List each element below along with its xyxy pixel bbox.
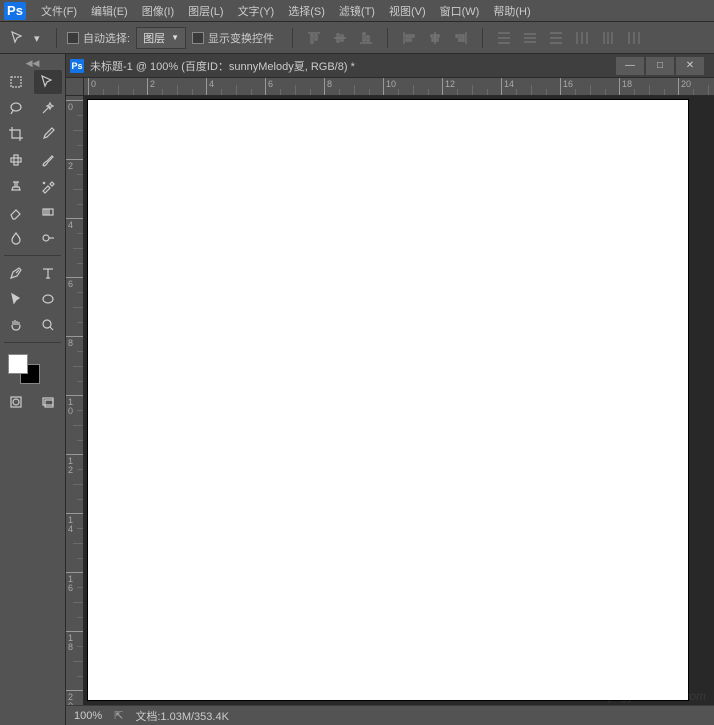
close-button[interactable]: ✕ <box>676 57 704 75</box>
document-tab[interactable]: Ps 未标题-1 @ 100% (百度ID：sunnyMelody夏, RGB/… <box>66 54 714 78</box>
crop-tool[interactable] <box>2 122 30 146</box>
magic-wand-tool[interactable] <box>34 96 62 120</box>
clone-stamp-tool[interactable] <box>2 174 30 198</box>
menu-filter[interactable]: 滤镜(T) <box>332 1 382 21</box>
checkbox-box-icon <box>67 32 79 44</box>
separator <box>56 28 57 48</box>
separator <box>482 28 483 48</box>
menu-select[interactable]: 选择(S) <box>281 1 332 21</box>
app-logo: Ps <box>4 2 26 20</box>
tool-divider <box>4 255 61 256</box>
distribute-bottom-icon[interactable] <box>545 27 567 49</box>
menu-window[interactable]: 窗口(W) <box>433 1 487 21</box>
brush-tool[interactable] <box>34 148 62 172</box>
distribute-right-icon[interactable] <box>623 27 645 49</box>
spot-heal-tool[interactable] <box>2 148 30 172</box>
watermark: jingyan.baidu.com <box>609 689 706 703</box>
document-title: 未标题-1 @ 100% (百度ID：sunnyMelody夏, RGB/8) … <box>90 58 355 74</box>
doc-size[interactable]: 文档:1.03M/353.4K <box>135 708 229 724</box>
share-icon[interactable]: ⇱ <box>114 709 123 722</box>
separator <box>292 28 293 48</box>
menu-type[interactable]: 文字(Y) <box>231 1 282 21</box>
pen-tool[interactable] <box>2 261 30 285</box>
auto-select-checkbox[interactable]: 自动选择: <box>67 30 130 46</box>
quick-mask-tool[interactable] <box>2 390 30 414</box>
eraser-tool[interactable] <box>2 200 30 224</box>
status-bar: 100% ⇱ 文档:1.03M/353.4K <box>66 705 714 725</box>
select-value: 图层 <box>143 30 165 46</box>
separator <box>387 28 388 48</box>
move-tool[interactable] <box>34 70 62 94</box>
distribute-vcenter-icon[interactable] <box>519 27 541 49</box>
menu-file[interactable]: 文件(F) <box>34 1 84 21</box>
align-hcenter-icon[interactable] <box>424 27 446 49</box>
checkbox-box-icon <box>192 32 204 44</box>
screen-mode-tool[interactable] <box>34 390 62 414</box>
align-right-icon[interactable] <box>450 27 472 49</box>
workspace: Ps 未标题-1 @ 100% (百度ID：sunnyMelody夏, RGB/… <box>66 54 714 725</box>
hand-tool[interactable] <box>2 313 30 337</box>
menu-layer[interactable]: 图层(L) <box>181 1 230 21</box>
gradient-tool[interactable] <box>34 200 62 224</box>
minimize-button[interactable]: — <box>616 57 644 75</box>
align-top-icon[interactable] <box>303 27 325 49</box>
dodge-tool[interactable] <box>34 226 62 250</box>
eyedropper-tool[interactable] <box>34 122 62 146</box>
history-brush-tool[interactable] <box>34 174 62 198</box>
toolbar-collapse-icon[interactable]: ◀◀ <box>2 58 63 68</box>
blur-tool[interactable] <box>2 226 30 250</box>
canvas[interactable] <box>88 100 688 700</box>
tools-panel: ◀◀ <box>0 54 66 725</box>
distribute-top-icon[interactable] <box>493 27 515 49</box>
distribute-left-icon[interactable] <box>571 27 593 49</box>
main-area: ◀◀ <box>0 54 714 725</box>
show-transform-label: 显示变换控件 <box>208 30 274 46</box>
menu-image[interactable]: 图像(I) <box>135 1 181 21</box>
align-vcenter-icon[interactable] <box>329 27 351 49</box>
horizontal-ruler[interactable]: 02468101214161820 <box>84 78 714 96</box>
align-bottom-icon[interactable] <box>355 27 377 49</box>
menu-bar: Ps 文件(F) 编辑(E) 图像(I) 图层(L) 文字(Y) 选择(S) 滤… <box>0 0 714 22</box>
zoom-tool[interactable] <box>34 313 62 337</box>
canvas-viewport[interactable] <box>84 96 714 705</box>
menu-edit[interactable]: 编辑(E) <box>84 1 135 21</box>
color-swatches[interactable] <box>4 352 61 384</box>
tool-divider <box>4 342 61 343</box>
show-transform-checkbox[interactable]: 显示变换控件 <box>192 30 274 46</box>
type-tool[interactable] <box>34 261 62 285</box>
menu-view[interactable]: 视图(V) <box>382 1 433 21</box>
zoom-level[interactable]: 100% <box>74 710 102 722</box>
auto-select-target-dropdown[interactable]: 图层 ▼ <box>136 27 186 49</box>
marquee-tool[interactable] <box>2 70 30 94</box>
tool-preset-dropdown[interactable]: ▾ <box>34 32 46 44</box>
options-bar: ▾ 自动选择: 图层 ▼ 显示变换控件 <box>0 22 714 54</box>
ruler-origin[interactable] <box>66 78 84 96</box>
vertical-ruler[interactable]: 024681 01 21 41 61 82 0 <box>66 96 84 705</box>
path-select-tool[interactable] <box>2 287 30 311</box>
menu-help[interactable]: 帮助(H) <box>486 1 537 21</box>
doc-ps-icon: Ps <box>70 59 84 73</box>
auto-select-label: 自动选择: <box>83 30 130 46</box>
move-tool-icon <box>8 28 28 48</box>
foreground-swatch[interactable] <box>8 354 28 374</box>
chevron-down-icon: ▼ <box>171 33 179 42</box>
lasso-tool[interactable] <box>2 96 30 120</box>
align-left-icon[interactable] <box>398 27 420 49</box>
distribute-hcenter-icon[interactable] <box>597 27 619 49</box>
maximize-button[interactable]: □ <box>646 57 674 75</box>
shape-tool[interactable] <box>34 287 62 311</box>
